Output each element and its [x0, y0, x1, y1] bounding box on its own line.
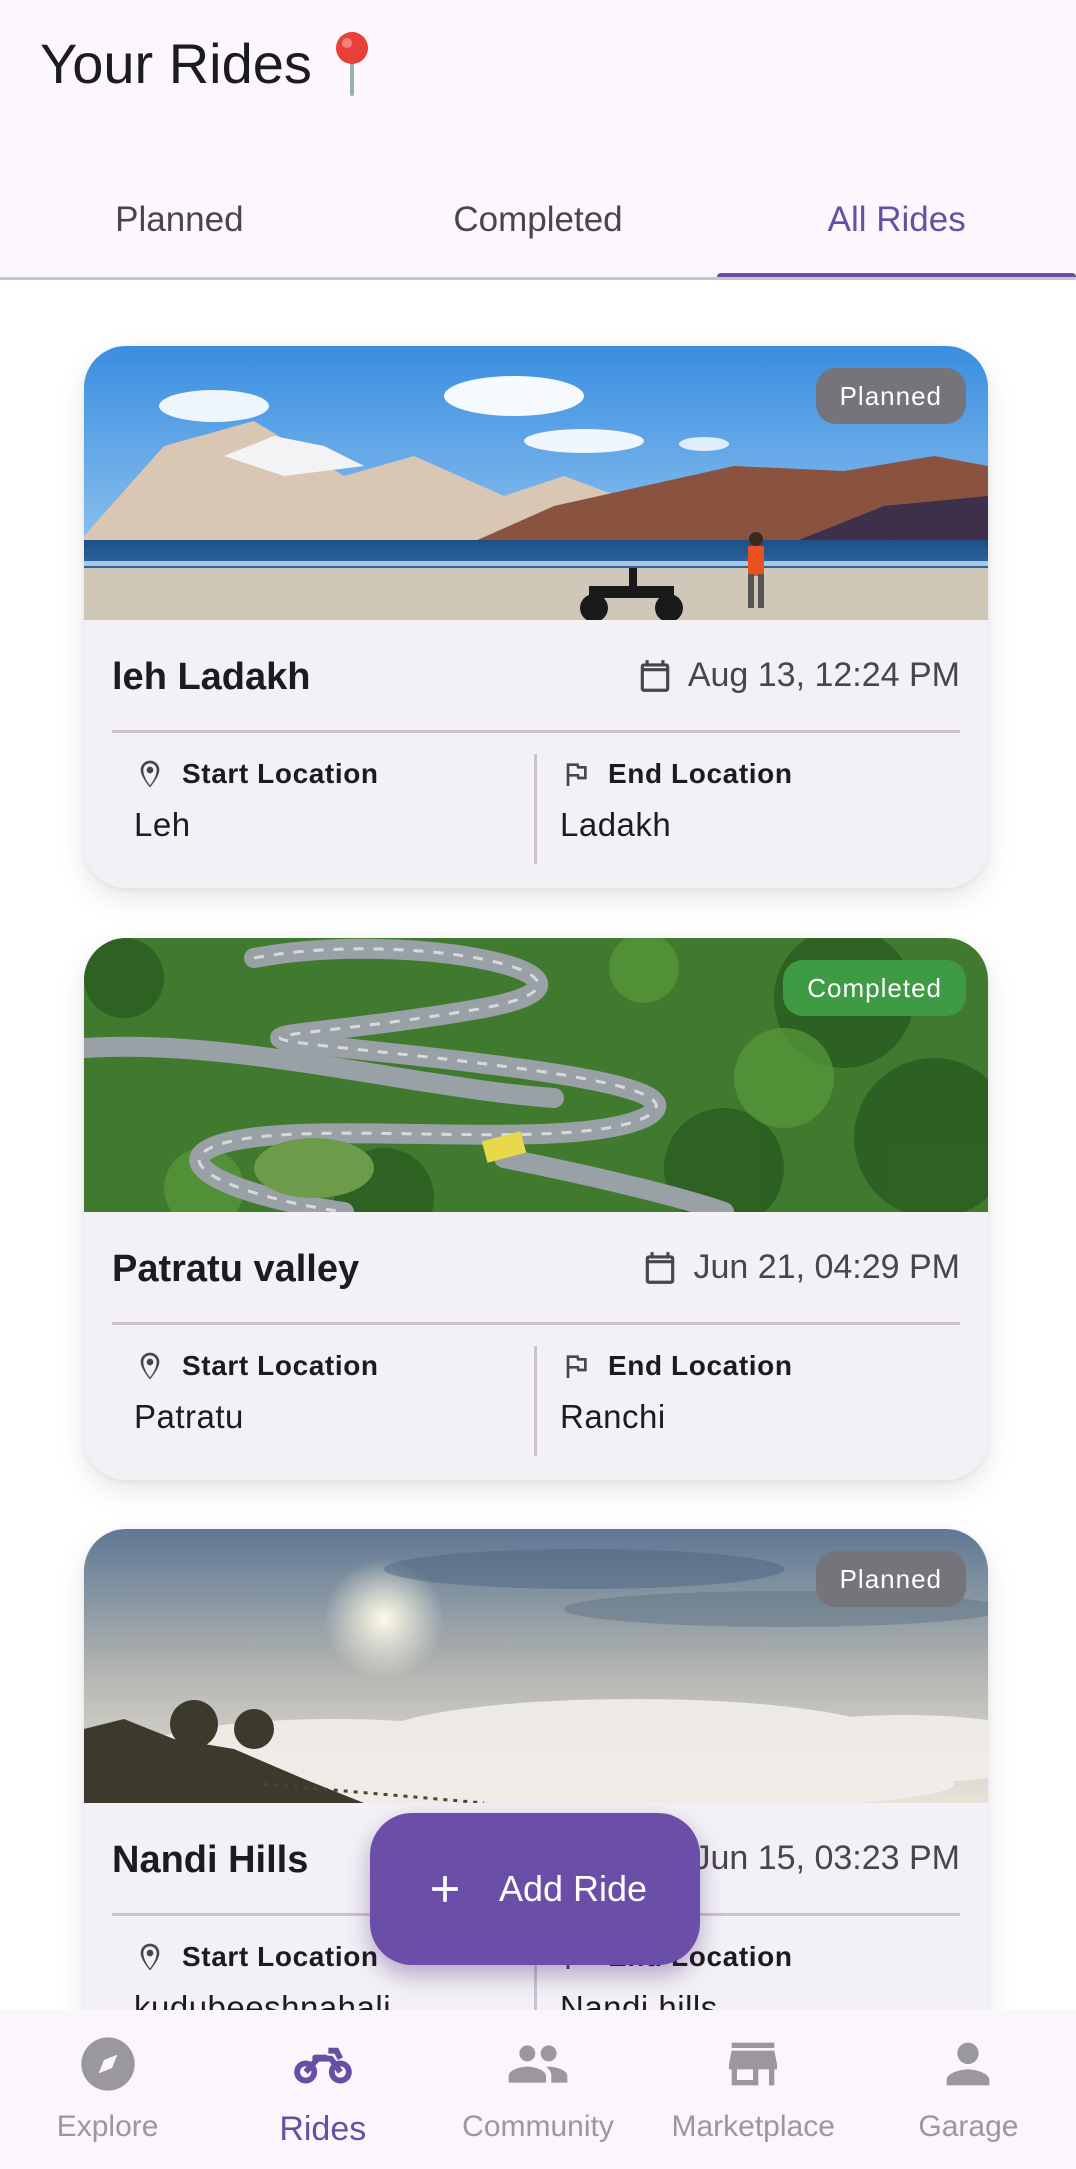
plus-icon [432, 1876, 458, 1902]
location-divider [534, 754, 537, 864]
ride-date-text: Jun 15, 03:23 PM [693, 1839, 960, 1877]
person-icon [947, 2042, 990, 2086]
nav-label: Explore [56, 2110, 159, 2143]
nav-label: Marketplace [671, 2110, 835, 2143]
end-location-label: End Location [608, 1350, 793, 1381]
tabs-divider [0, 277, 1076, 280]
ride-date: Jun 21, 04:29 PM [641, 1248, 960, 1287]
status-badge: Planned [815, 368, 966, 424]
ride-tabs: Planned Completed All Rides [0, 160, 1076, 280]
card-divider [112, 730, 960, 733]
start-location: Start Location Patratu [134, 1346, 534, 1436]
end-location: End Location Ranchi [560, 1346, 960, 1436]
ride-card[interactable]: Planned leh Ladakh Aug 13, 12:24 PM Star… [84, 346, 988, 888]
add-ride-button[interactable]: Add Ride [370, 1813, 700, 1965]
compass-icon [80, 2037, 135, 2091]
end-location-value: Ranchi [560, 1398, 666, 1435]
calendar-icon [646, 1251, 675, 1284]
page-title: Your Rides [40, 30, 374, 96]
start-location: Start Location Leh [134, 754, 534, 844]
nav-item-garage[interactable]: Garage [861, 2010, 1076, 2169]
location-pin-icon [140, 1352, 160, 1380]
start-location-label: Start Location [182, 1350, 379, 1381]
start-location-value: Leh [134, 806, 191, 843]
end-location-value: Ladakh [560, 806, 672, 843]
ride-date: Aug 13, 12:24 PM [636, 656, 960, 695]
start-location-label: Start Location [182, 758, 379, 789]
location-pin-icon [140, 760, 160, 788]
location-pin-icon [140, 1943, 160, 1971]
tab-all-rides[interactable]: All Rides [717, 160, 1076, 280]
ride-card[interactable]: Completed Patratu valley Jun 21, 04:29 P… [84, 938, 988, 1480]
ride-name: leh Ladakh [112, 656, 311, 698]
status-badge: Planned [815, 1551, 966, 1607]
start-location-value: Patratu [134, 1398, 244, 1435]
tab-completed[interactable]: Completed [359, 160, 718, 280]
tab-planned[interactable]: Planned [0, 160, 359, 280]
motorcycle-icon [293, 2047, 352, 2084]
store-icon [729, 2042, 778, 2086]
calendar-icon [640, 659, 670, 692]
ride-name: Nandi Hills [112, 1839, 309, 1881]
nav-item-rides[interactable]: Rides [215, 2010, 430, 2169]
nav-label: Garage [918, 2110, 1019, 2143]
card-divider [112, 1322, 960, 1325]
end-location: End Location Ladakh [560, 754, 960, 844]
end-location-label: End Location [608, 758, 793, 789]
nav-label: Community [462, 2110, 614, 2143]
location-divider [534, 1346, 537, 1456]
status-badge: Completed [783, 960, 966, 1016]
people-icon [508, 2045, 568, 2083]
nav-item-explore[interactable]: Explore [0, 2010, 215, 2169]
app-header: Your Rides Planned Completed All Rides [0, 0, 1076, 280]
ride-date-text: Aug 13, 12:24 PM [687, 656, 960, 694]
page-title-text: Your Rides [40, 31, 312, 95]
ride-name: Patratu valley [112, 1248, 360, 1290]
nav-item-community[interactable]: Community [430, 2010, 645, 2169]
flag-icon [566, 1355, 587, 1378]
add-ride-label: Add Ride [498, 1868, 648, 1909]
bottom-navigation: Explore Rides Community Marketplace Gara… [0, 2010, 1076, 2169]
nav-item-marketplace[interactable]: Marketplace [646, 2010, 861, 2169]
nav-label: Rides [279, 2110, 367, 2148]
start-location-label: Start Location [182, 1941, 379, 1972]
pin-icon [335, 32, 368, 96]
ride-date-text: Jun 21, 04:29 PM [693, 1248, 960, 1286]
flag-icon [566, 763, 587, 786]
